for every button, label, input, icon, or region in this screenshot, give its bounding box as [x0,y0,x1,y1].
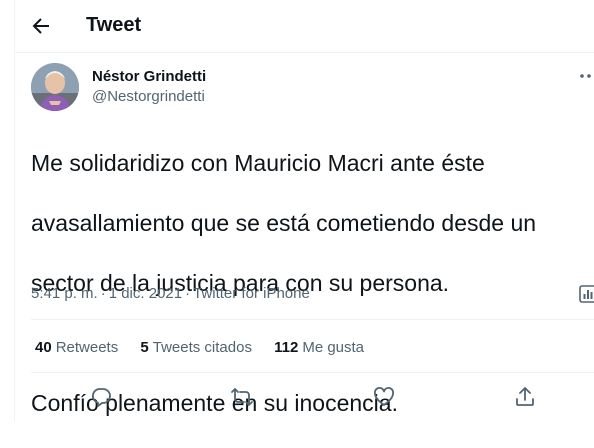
author-handle[interactable]: @Nestorgrindetti [92,88,205,105]
header-bar: Tweet [15,0,594,53]
tweet-column: Tweet Néstor Grindetti @Nestorgrindetti … [14,0,594,421]
retweet-button[interactable] [230,385,254,409]
reply-button[interactable] [89,385,113,409]
like-button[interactable] [372,385,396,409]
retweet-icon [231,388,253,406]
tweet-line: avasallamiento que se está cometiendo de… [31,210,537,236]
author-name[interactable]: Néstor Grindetti [92,68,206,85]
page-title: Tweet [86,14,142,36]
heart-icon [374,387,394,406]
meta-separator: · [100,285,106,302]
tweet-meta: 5:41 p. m. · 1 dic. 2021 · Twitter for iPhon… [31,285,310,302]
avatar[interactable] [31,63,79,111]
tweet-time[interactable]: 5:41 p. m. [31,285,98,302]
quotes-count: 5 [140,339,149,356]
retweets-count: 40 [35,339,52,356]
more-options-button[interactable] [577,64,594,88]
analytics-button[interactable] [577,283,594,305]
divider [31,319,594,320]
analytics-icon [579,285,594,303]
likes-label: Me gusta [302,339,365,356]
tweet-line: Confío plenamente en su inocencia. [31,390,398,416]
meta-separator: · [185,285,191,302]
divider [31,372,594,373]
tweet-stats: 40 Retweets 5 Tweets citados 112 Me gusta [35,339,382,356]
avatar-photo [31,63,79,111]
tweet-source[interactable]: Twitter for iPhone [193,285,310,302]
tweet-line: Me solidaridizo con Mauricio Macri ante … [31,150,485,176]
quotes-stat[interactable]: 5 Tweets citados [140,339,252,356]
retweets-label: Retweets [55,339,119,356]
likes-stat[interactable]: 112 Me gusta [274,339,364,356]
arrow-left-icon [32,18,49,34]
tweet-text: Me solidaridizo con Mauricio Macri ante … [31,118,591,448]
quotes-label: Tweets citados [152,339,252,356]
share-button[interactable] [513,385,537,409]
back-button[interactable] [29,14,53,38]
retweets-stat[interactable]: 40 Retweets [35,339,118,356]
likes-count: 112 [274,339,299,356]
share-icon [516,387,534,406]
more-dots-icon [580,74,591,78]
reply-icon [91,388,111,407]
tweet-date[interactable]: 1 dic. 2021 [109,285,182,302]
